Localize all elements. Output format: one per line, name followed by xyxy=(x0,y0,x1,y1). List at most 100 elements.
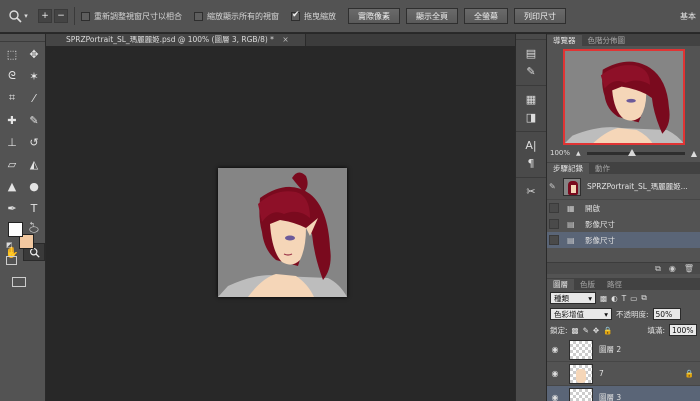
marquee-tool-icon[interactable]: ⬚ xyxy=(1,45,23,63)
blend-mode-dropdown[interactable]: 色彩增值 ▾ xyxy=(550,308,612,320)
layer-thumbnail xyxy=(569,339,593,360)
history-step-icon: ▤ xyxy=(567,235,575,245)
zoom-in-small-icon[interactable]: ▲ xyxy=(691,149,697,158)
lock-all-icon[interactable]: 🔒 xyxy=(603,326,612,335)
swatches-panel-icon[interactable]: ▦ xyxy=(516,90,546,108)
visibility-eye-icon[interactable]: ◉ xyxy=(547,345,563,354)
tab-actions[interactable]: 動作 xyxy=(589,163,616,174)
magic-wand-tool-icon[interactable]: ✶ xyxy=(23,67,45,85)
resize-windows-checkbox[interactable]: 重新調整視窗尺寸以相合 xyxy=(81,11,182,22)
workspace-switcher[interactable]: 基本 xyxy=(680,0,700,33)
lock-label: 鎖定: xyxy=(550,325,568,335)
delete-state-icon[interactable]: 🗑 xyxy=(684,264,694,273)
layer-row[interactable]: ◉ 7 🔒 xyxy=(547,362,700,386)
history-checkbox[interactable] xyxy=(549,219,559,229)
history-brush-tool-icon[interactable]: ↺ xyxy=(23,133,45,151)
brush-panel-icon[interactable]: ✎ xyxy=(516,62,546,80)
eraser-tool-icon[interactable]: ▱ xyxy=(1,155,23,173)
navigator-thumbnail[interactable] xyxy=(562,49,685,145)
pen-tool-icon[interactable]: ✒ xyxy=(1,199,23,217)
styles-panel-icon[interactable]: ◨ xyxy=(516,108,546,126)
lasso-tool-icon[interactable]: ᘓ xyxy=(1,67,23,85)
history-item-label: 開啟 xyxy=(585,203,600,213)
dodge-tool-icon[interactable]: ● xyxy=(23,177,45,195)
navigator-view-box[interactable] xyxy=(562,49,685,145)
toolbox-grip[interactable] xyxy=(0,34,45,42)
smart-object-filter-icon[interactable]: ⧉ xyxy=(641,293,646,303)
swap-colors-icon[interactable]: ↰ xyxy=(29,221,35,229)
history-panel-icon[interactable]: ▤ xyxy=(516,44,546,62)
default-colors-icon[interactable]: ◩ xyxy=(6,241,13,249)
tab-history[interactable]: 步驟記錄 xyxy=(547,163,589,174)
tab-histogram[interactable]: 色階分佈圖 xyxy=(582,35,632,46)
tab-channels[interactable]: 色版 xyxy=(574,279,601,290)
dock-grip[interactable] xyxy=(516,34,546,40)
history-checkbox[interactable] xyxy=(549,235,559,245)
tab-navigator[interactable]: 導覽器 xyxy=(547,35,582,46)
history-checkbox[interactable] xyxy=(549,203,559,213)
checkbox-box[interactable] xyxy=(194,11,203,21)
opacity-field[interactable]: 50% xyxy=(652,308,681,320)
layer-row-selected[interactable]: ◉ 圖層 3 xyxy=(547,386,700,401)
blur-tool-icon[interactable]: ▲ xyxy=(1,177,23,195)
actual-pixels-button[interactable]: 實際像素 xyxy=(348,8,400,24)
history-item-selected[interactable]: ▤ 影像尺寸 xyxy=(547,232,700,248)
history-item[interactable]: ▤ 影像尺寸 xyxy=(547,216,700,232)
tab-layers[interactable]: 圖層 xyxy=(547,279,574,290)
fill-field[interactable]: 100% xyxy=(669,324,697,336)
lock-position-icon[interactable]: ✥ xyxy=(593,326,599,335)
quick-mask-icon[interactable] xyxy=(6,256,17,265)
navigator-zoom-slider[interactable] xyxy=(586,148,685,156)
layer-filter-dropdown[interactable]: 種類 ▾ xyxy=(550,292,596,304)
lock-transparent-icon[interactable]: ▩ xyxy=(572,326,579,335)
navigator-zoom-row: 100% ▲ ▲ xyxy=(547,147,700,159)
scrubby-zoom-checkbox[interactable]: 拖曳縮放 xyxy=(291,10,336,22)
snapshot-thumbnail xyxy=(563,177,581,196)
lock-image-icon[interactable]: ✎ xyxy=(583,326,589,335)
zoom-in-button[interactable]: + xyxy=(38,9,52,23)
new-snapshot-icon[interactable]: ◉ xyxy=(669,264,676,273)
foreground-color-swatch[interactable] xyxy=(8,222,23,237)
history-brush-icon[interactable]: ✎ xyxy=(549,182,559,191)
divider xyxy=(516,172,546,178)
zoom-tool-icon[interactable]: ▾ xyxy=(0,0,36,33)
new-document-from-state-icon[interactable]: ⧉ xyxy=(655,264,661,274)
tool-presets-icon[interactable]: ✂ xyxy=(516,182,546,200)
zoom-out-button[interactable]: − xyxy=(54,9,68,23)
document-tab[interactable]: SPRZPortrait_SL_瑪麗麗姬.psd @ 100% (圖層 3, R… xyxy=(46,34,306,46)
adjustment-filter-icon[interactable]: ◐ xyxy=(611,294,618,303)
character-panel-icon[interactable]: A| xyxy=(516,136,546,154)
layer-row[interactable]: ◉ 圖層 2 xyxy=(547,338,700,362)
checkbox-box[interactable] xyxy=(81,11,90,21)
paint-bucket-tool-icon[interactable]: ◭ xyxy=(23,155,45,173)
screen-mode-icon[interactable] xyxy=(12,277,26,287)
navigator-zoom-value[interactable]: 100% xyxy=(550,149,570,157)
type-tool-icon[interactable]: T xyxy=(23,199,45,217)
brush-tool-icon[interactable]: ✎ xyxy=(23,111,45,129)
visibility-eye-icon[interactable]: ◉ xyxy=(547,369,563,378)
fit-screen-button[interactable]: 顯示全頁 xyxy=(406,8,458,24)
clone-stamp-tool-icon[interactable]: ⊥ xyxy=(1,133,23,151)
crop-tool-icon[interactable]: ⌗ xyxy=(1,89,23,107)
shape-filter-icon[interactable]: ▭ xyxy=(630,294,637,303)
paragraph-panel-icon[interactable]: ¶ xyxy=(516,154,546,172)
close-tab-icon[interactable]: × xyxy=(282,35,288,44)
canvas-area[interactable] xyxy=(46,46,515,401)
history-snapshot[interactable]: ✎ SPRZPortrait_SL_瑪麗麗姬... xyxy=(547,174,700,200)
zoom-out-small-icon[interactable]: ▲ xyxy=(576,150,581,157)
tab-paths[interactable]: 路徑 xyxy=(601,279,628,290)
slider-knob[interactable] xyxy=(627,148,636,156)
fill-screen-button[interactable]: 全螢幕 xyxy=(464,8,508,24)
checkbox-box-checked[interactable] xyxy=(291,10,300,21)
type-filter-icon[interactable]: T xyxy=(622,294,627,303)
visibility-eye-icon[interactable]: ◉ xyxy=(547,393,563,401)
document-canvas[interactable] xyxy=(218,168,347,297)
pixel-filter-icon[interactable]: ▩ xyxy=(600,294,607,303)
print-size-button[interactable]: 列印尺寸 xyxy=(514,8,566,24)
healing-brush-tool-icon[interactable]: ✚ xyxy=(1,111,23,129)
eyedropper-tool-icon[interactable]: ⁄ xyxy=(23,89,45,107)
move-tool-icon[interactable]: ✥ xyxy=(23,45,45,63)
history-item[interactable]: ▦ 開啟 xyxy=(547,200,700,216)
opacity-value: 50% xyxy=(655,309,673,319)
zoom-all-windows-checkbox[interactable]: 縮放顯示所有的視窗 xyxy=(194,11,279,22)
